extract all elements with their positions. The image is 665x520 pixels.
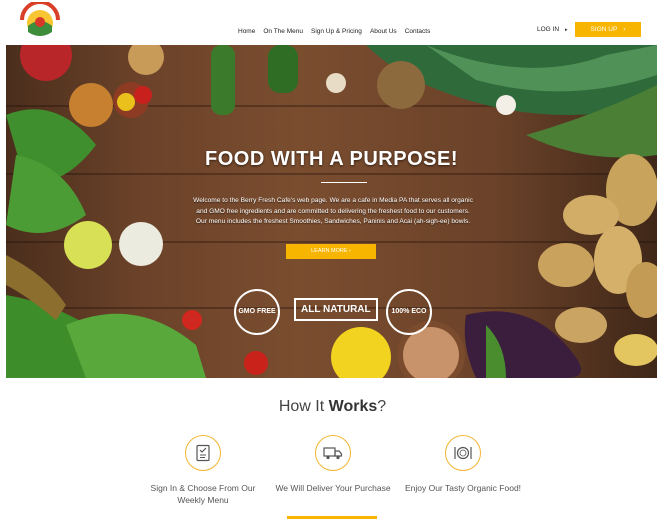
section-underline	[287, 516, 377, 519]
gmo-free-badge: GMO FREE	[234, 289, 280, 335]
site-header: Home On The Menu Sign Up & Pricing About…	[0, 0, 665, 46]
main-nav: Home On The Menu Sign Up & Pricing About…	[238, 28, 438, 35]
truck-icon	[315, 435, 351, 471]
plate-icon	[445, 435, 481, 471]
step-label: Sign In & Choose From Our Weekly Menu	[150, 483, 256, 505]
logo[interactable]	[18, 0, 62, 42]
all-natural-badge: ALL NATURAL	[294, 298, 378, 321]
nav-home[interactable]: Home	[238, 28, 255, 35]
step-choose-menu: Sign In & Choose From Our Weekly Menu	[138, 435, 268, 506]
nav-contacts[interactable]: Contacts	[405, 28, 431, 35]
signup-button[interactable]: SIGN UP ›	[575, 22, 641, 37]
nav-about[interactable]: About Us	[370, 28, 397, 35]
step-enjoy: Enjoy Our Tasty Organic Food!	[398, 435, 528, 495]
caret-right-icon: ▸	[565, 27, 568, 33]
step-label: Enjoy Our Tasty Organic Food!	[404, 483, 522, 493]
step-label: We Will Deliver Your Purchase	[275, 483, 391, 493]
login-link[interactable]: LOG IN ▸	[537, 26, 568, 33]
checklist-icon	[185, 435, 221, 471]
eco-badge: 100% ECO	[386, 289, 432, 335]
login-label: LOG IN	[537, 26, 560, 33]
nav-signup-pricing[interactable]: Sign Up & Pricing	[311, 28, 362, 35]
hero-banner: FOOD WITH A PURPOSE! Welcome to the Berr…	[6, 45, 657, 378]
hero-description: Welcome to the Berry Fresh Cafe's web pa…	[193, 197, 473, 225]
step-delivery: We Will Deliver Your Purchase	[268, 435, 398, 495]
hero-divider	[321, 182, 367, 183]
berry-logo-icon	[20, 0, 60, 36]
chevron-right-icon: ›	[623, 26, 626, 33]
learn-more-button[interactable]: LEARN MORE ›	[286, 244, 376, 259]
nav-menu[interactable]: On The Menu	[263, 28, 303, 35]
signup-label: SIGN UP	[590, 26, 618, 33]
hero-title: FOOD WITH A PURPOSE!	[205, 148, 458, 170]
how-it-works-title: How It Works?	[278, 398, 387, 415]
